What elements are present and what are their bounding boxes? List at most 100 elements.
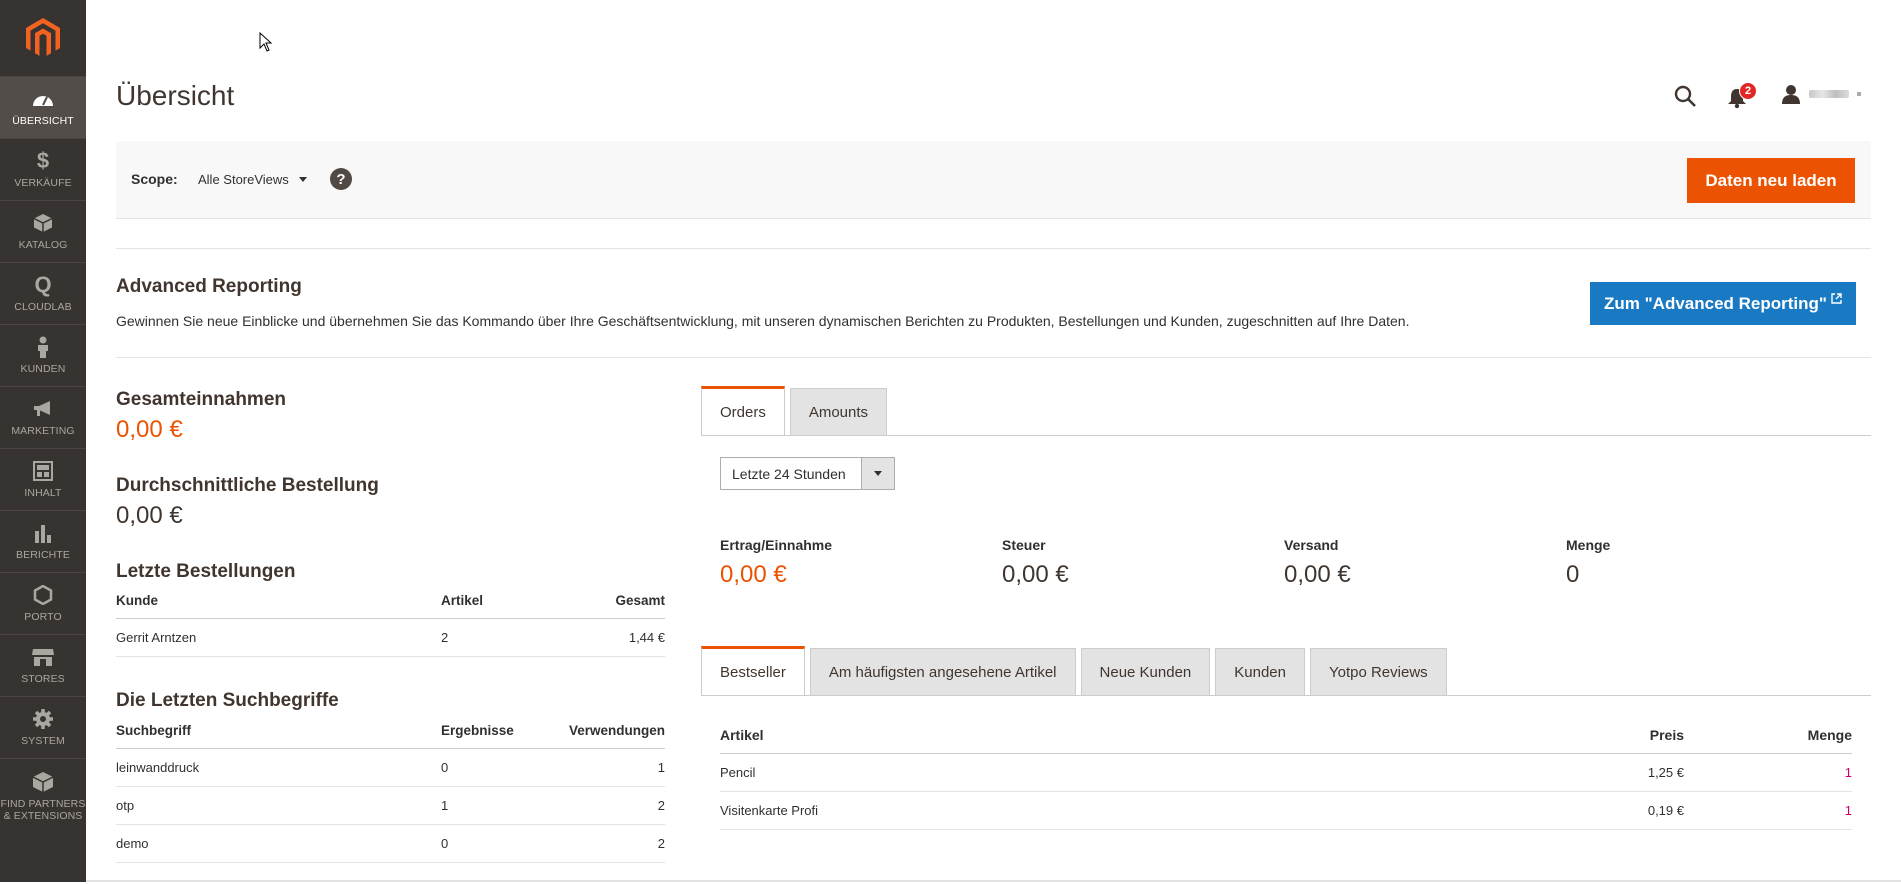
column-header-price: Preis xyxy=(1649,726,1684,743)
chevron-down-icon xyxy=(298,177,307,182)
magento-logo-icon xyxy=(26,18,60,56)
dashboard-icon xyxy=(31,88,55,110)
person-icon xyxy=(36,336,50,358)
user-name-blurred xyxy=(1809,90,1849,98)
product-quantity: 1 xyxy=(1844,803,1852,818)
table-row[interactable]: otp 1 2 xyxy=(116,787,665,825)
sidebar-item-system[interactable]: SYSTEM xyxy=(0,696,86,758)
order-total: 1,44 € xyxy=(628,630,665,645)
external-link-icon xyxy=(1831,293,1842,304)
table-row[interactable]: leinwanddruck 0 1 xyxy=(116,749,665,787)
global-search-button[interactable] xyxy=(1673,84,1697,113)
hexagon-icon xyxy=(33,584,53,606)
user-icon xyxy=(1782,85,1800,104)
bestsellers-table: Artikel Preis Menge Pencil 1,25 € 1 Visi… xyxy=(720,716,1852,830)
column-header-quantity: Menge xyxy=(1807,726,1852,743)
recent-orders-table: Kunde Artikel Gesamt Gerrit Arntzen 2 1,… xyxy=(116,583,665,657)
tab-orders[interactable]: Orders xyxy=(701,386,785,436)
admin-sidebar: ÜBERSICHT $ VERKÄUFE KATALOG Q CLOUDLAB … xyxy=(0,0,86,882)
order-items: 2 xyxy=(441,630,449,645)
user-account-menu[interactable] xyxy=(1781,84,1861,104)
table-header-row: Kunde Artikel Gesamt xyxy=(116,583,665,619)
scope-label: Scope: xyxy=(131,171,178,187)
magento-logo[interactable] xyxy=(0,0,86,76)
tab-underline xyxy=(701,435,1871,436)
chart-tabs: Orders Amounts xyxy=(701,386,888,436)
sidebar-item-reports[interactable]: BERICHTE xyxy=(0,510,86,572)
period-select-value: Letzte 24 Stunden xyxy=(732,465,846,482)
tab-most-viewed[interactable]: Am häufigsten angesehene Artikel xyxy=(809,648,1076,696)
sidebar-item-content[interactable]: INHALT xyxy=(0,448,86,510)
mouse-cursor-icon xyxy=(259,32,273,52)
tab-customers[interactable]: Kunden xyxy=(1215,648,1305,696)
sidebar-item-catalog[interactable]: KATALOG xyxy=(0,200,86,262)
search-uses: 1 xyxy=(657,760,665,775)
column-header-customer: Kunde xyxy=(116,593,158,608)
scope-switcher[interactable]: Alle StoreViews xyxy=(198,172,307,187)
tab-new-customers[interactable]: Neue Kunden xyxy=(1080,648,1211,696)
table-row[interactable]: Visitenkarte Profi 0,19 € 1 xyxy=(720,792,1852,830)
table-row[interactable]: demo 0 2 xyxy=(116,825,665,863)
table-row[interactable]: Pencil 1,25 € 1 xyxy=(720,754,1852,792)
sidebar-item-sales[interactable]: $ VERKÄUFE xyxy=(0,138,86,200)
notifications-button[interactable]: 2 xyxy=(1727,82,1757,110)
sidebar-item-stores[interactable]: STORES xyxy=(0,634,86,696)
sidebar-item-dashboard[interactable]: ÜBERSICHT xyxy=(0,76,86,138)
product-name: Visitenkarte Profi xyxy=(720,803,819,818)
sidebar-item-shipping[interactable]: PORTO xyxy=(0,572,86,634)
scope-help-icon[interactable]: ? xyxy=(330,168,352,190)
table-header-row: Artikel Preis Menge xyxy=(720,716,1852,754)
search-term: leinwanddruck xyxy=(116,760,200,775)
bar-chart-icon xyxy=(33,522,53,544)
tab-amounts[interactable]: Amounts xyxy=(789,388,888,436)
sidebar-item-partners[interactable]: FIND PARTNERS & EXTENSIONS xyxy=(0,758,86,834)
cloudlab-icon: Q xyxy=(34,272,52,297)
metric-value: 0 xyxy=(1566,561,1580,588)
product-quantity: 1 xyxy=(1844,765,1852,780)
chevron-down-icon xyxy=(874,471,882,476)
divider xyxy=(116,357,1871,358)
notifications-count-badge: 2 xyxy=(1739,82,1757,100)
search-results: 1 xyxy=(441,798,449,813)
page-bottom-border xyxy=(86,880,1901,882)
column-header-results: Ergebnisse xyxy=(441,723,514,738)
store-icon xyxy=(31,646,55,668)
recent-searches-table: Suchbegriff Ergebnisse Verwendungen lein… xyxy=(116,713,665,863)
tab-bestsellers[interactable]: Bestseller xyxy=(701,646,805,696)
advanced-reporting-button[interactable]: Zum "Advanced Reporting" xyxy=(1590,282,1856,325)
search-results: 0 xyxy=(441,836,449,851)
metric-revenue: Ertrag/Einnahme 0,00 € xyxy=(720,537,832,589)
product-name: Pencil xyxy=(720,765,756,780)
metric-value: 0,00 € xyxy=(720,561,787,588)
scope-value: Alle StoreViews xyxy=(198,172,289,187)
metric-value: 0,00 € xyxy=(1284,561,1351,588)
search-icon xyxy=(1674,85,1696,107)
extensions-icon xyxy=(32,771,54,793)
tab-underline xyxy=(701,695,1871,696)
search-uses: 2 xyxy=(657,836,665,851)
metric-quantity: Menge 0 xyxy=(1566,537,1610,589)
product-price: 0,19 € xyxy=(1647,803,1684,818)
tab-yotpo-reviews[interactable]: Yotpo Reviews xyxy=(1309,648,1447,696)
reload-data-button[interactable]: Daten neu laden xyxy=(1687,158,1855,203)
metric-label: Versand xyxy=(1284,537,1339,553)
scope-bar: Scope: Alle StoreViews ? xyxy=(116,141,1871,219)
table-row[interactable]: Gerrit Arntzen 2 1,44 € xyxy=(116,619,665,657)
period-select-arrow[interactable] xyxy=(861,458,894,489)
metric-label: Menge xyxy=(1566,537,1611,553)
average-order-value: 0,00 € xyxy=(116,502,183,529)
metric-label: Ertrag/Einnahme xyxy=(720,537,833,553)
metric-tax: Steuer 0,00 € xyxy=(1002,537,1069,589)
advanced-reporting-description: Gewinnen Sie neue Einblicke und übernehm… xyxy=(116,313,1410,329)
sidebar-item-cloudlab[interactable]: Q CLOUDLAB xyxy=(0,262,86,324)
grid-tabs: Bestseller Am häufigsten angesehene Arti… xyxy=(701,646,1447,696)
column-header-total: Gesamt xyxy=(615,593,665,608)
page-title: Übersicht xyxy=(116,80,235,111)
advanced-reporting-title: Advanced Reporting xyxy=(116,276,302,297)
sidebar-item-marketing[interactable]: MARKETING xyxy=(0,386,86,448)
sidebar-item-customers[interactable]: KUNDEN xyxy=(0,324,86,386)
total-revenue-label: Gesamteinnahmen xyxy=(116,389,286,410)
column-header-uses: Verwendungen xyxy=(568,723,665,738)
period-select[interactable]: Letzte 24 Stunden xyxy=(720,457,895,490)
search-term: demo xyxy=(116,836,149,851)
